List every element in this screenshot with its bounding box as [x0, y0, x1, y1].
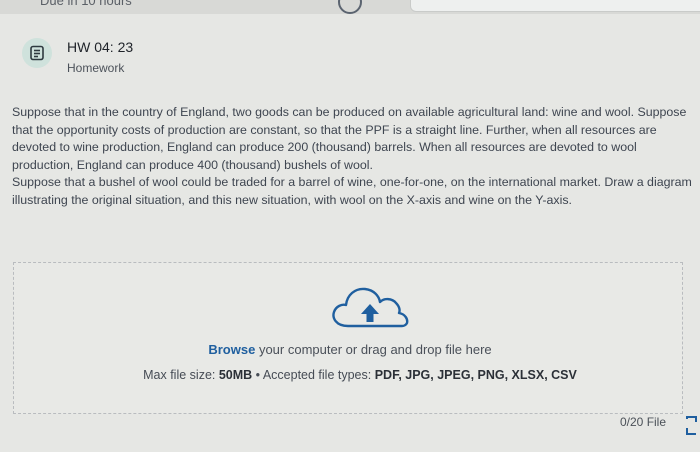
cloud-upload-icon[interactable]	[328, 282, 412, 332]
upload-limits: Max file size: 50MB • Accepted file type…	[0, 368, 700, 382]
expand-icon[interactable]	[684, 416, 698, 436]
question-paragraph-2: Suppose that a bushel of wool could be t…	[12, 175, 692, 207]
max-size-label: Max file size:	[143, 368, 219, 382]
max-size-value: 50MB	[218, 368, 253, 382]
top-status-strip: Due in 10 hours	[0, 0, 700, 14]
top-right-control[interactable]	[410, 0, 700, 12]
due-text: Due in 10 hours	[40, 0, 132, 8]
browse-instructions: Browse your computer or drag and drop fi…	[0, 342, 700, 357]
assignment-title: HW 04: 23	[67, 39, 134, 55]
types-label: Accepted file types:	[262, 368, 375, 382]
question-text: Suppose that in the country of England, …	[12, 104, 692, 210]
types-value: PDF, JPG, JPEG, PNG, XLSX, CSV	[374, 368, 577, 382]
list-icon	[22, 38, 52, 68]
assignment-category: Homework	[67, 61, 125, 75]
question-paragraph-1: Suppose that in the country of England, …	[12, 105, 687, 172]
browse-rest-text: your computer or drag and drop file here	[255, 342, 492, 357]
file-counter: 0/20 File	[620, 415, 667, 429]
browse-link[interactable]: Browse	[208, 342, 255, 357]
status-circle-icon	[338, 0, 362, 14]
separator-dot: •	[252, 368, 263, 382]
